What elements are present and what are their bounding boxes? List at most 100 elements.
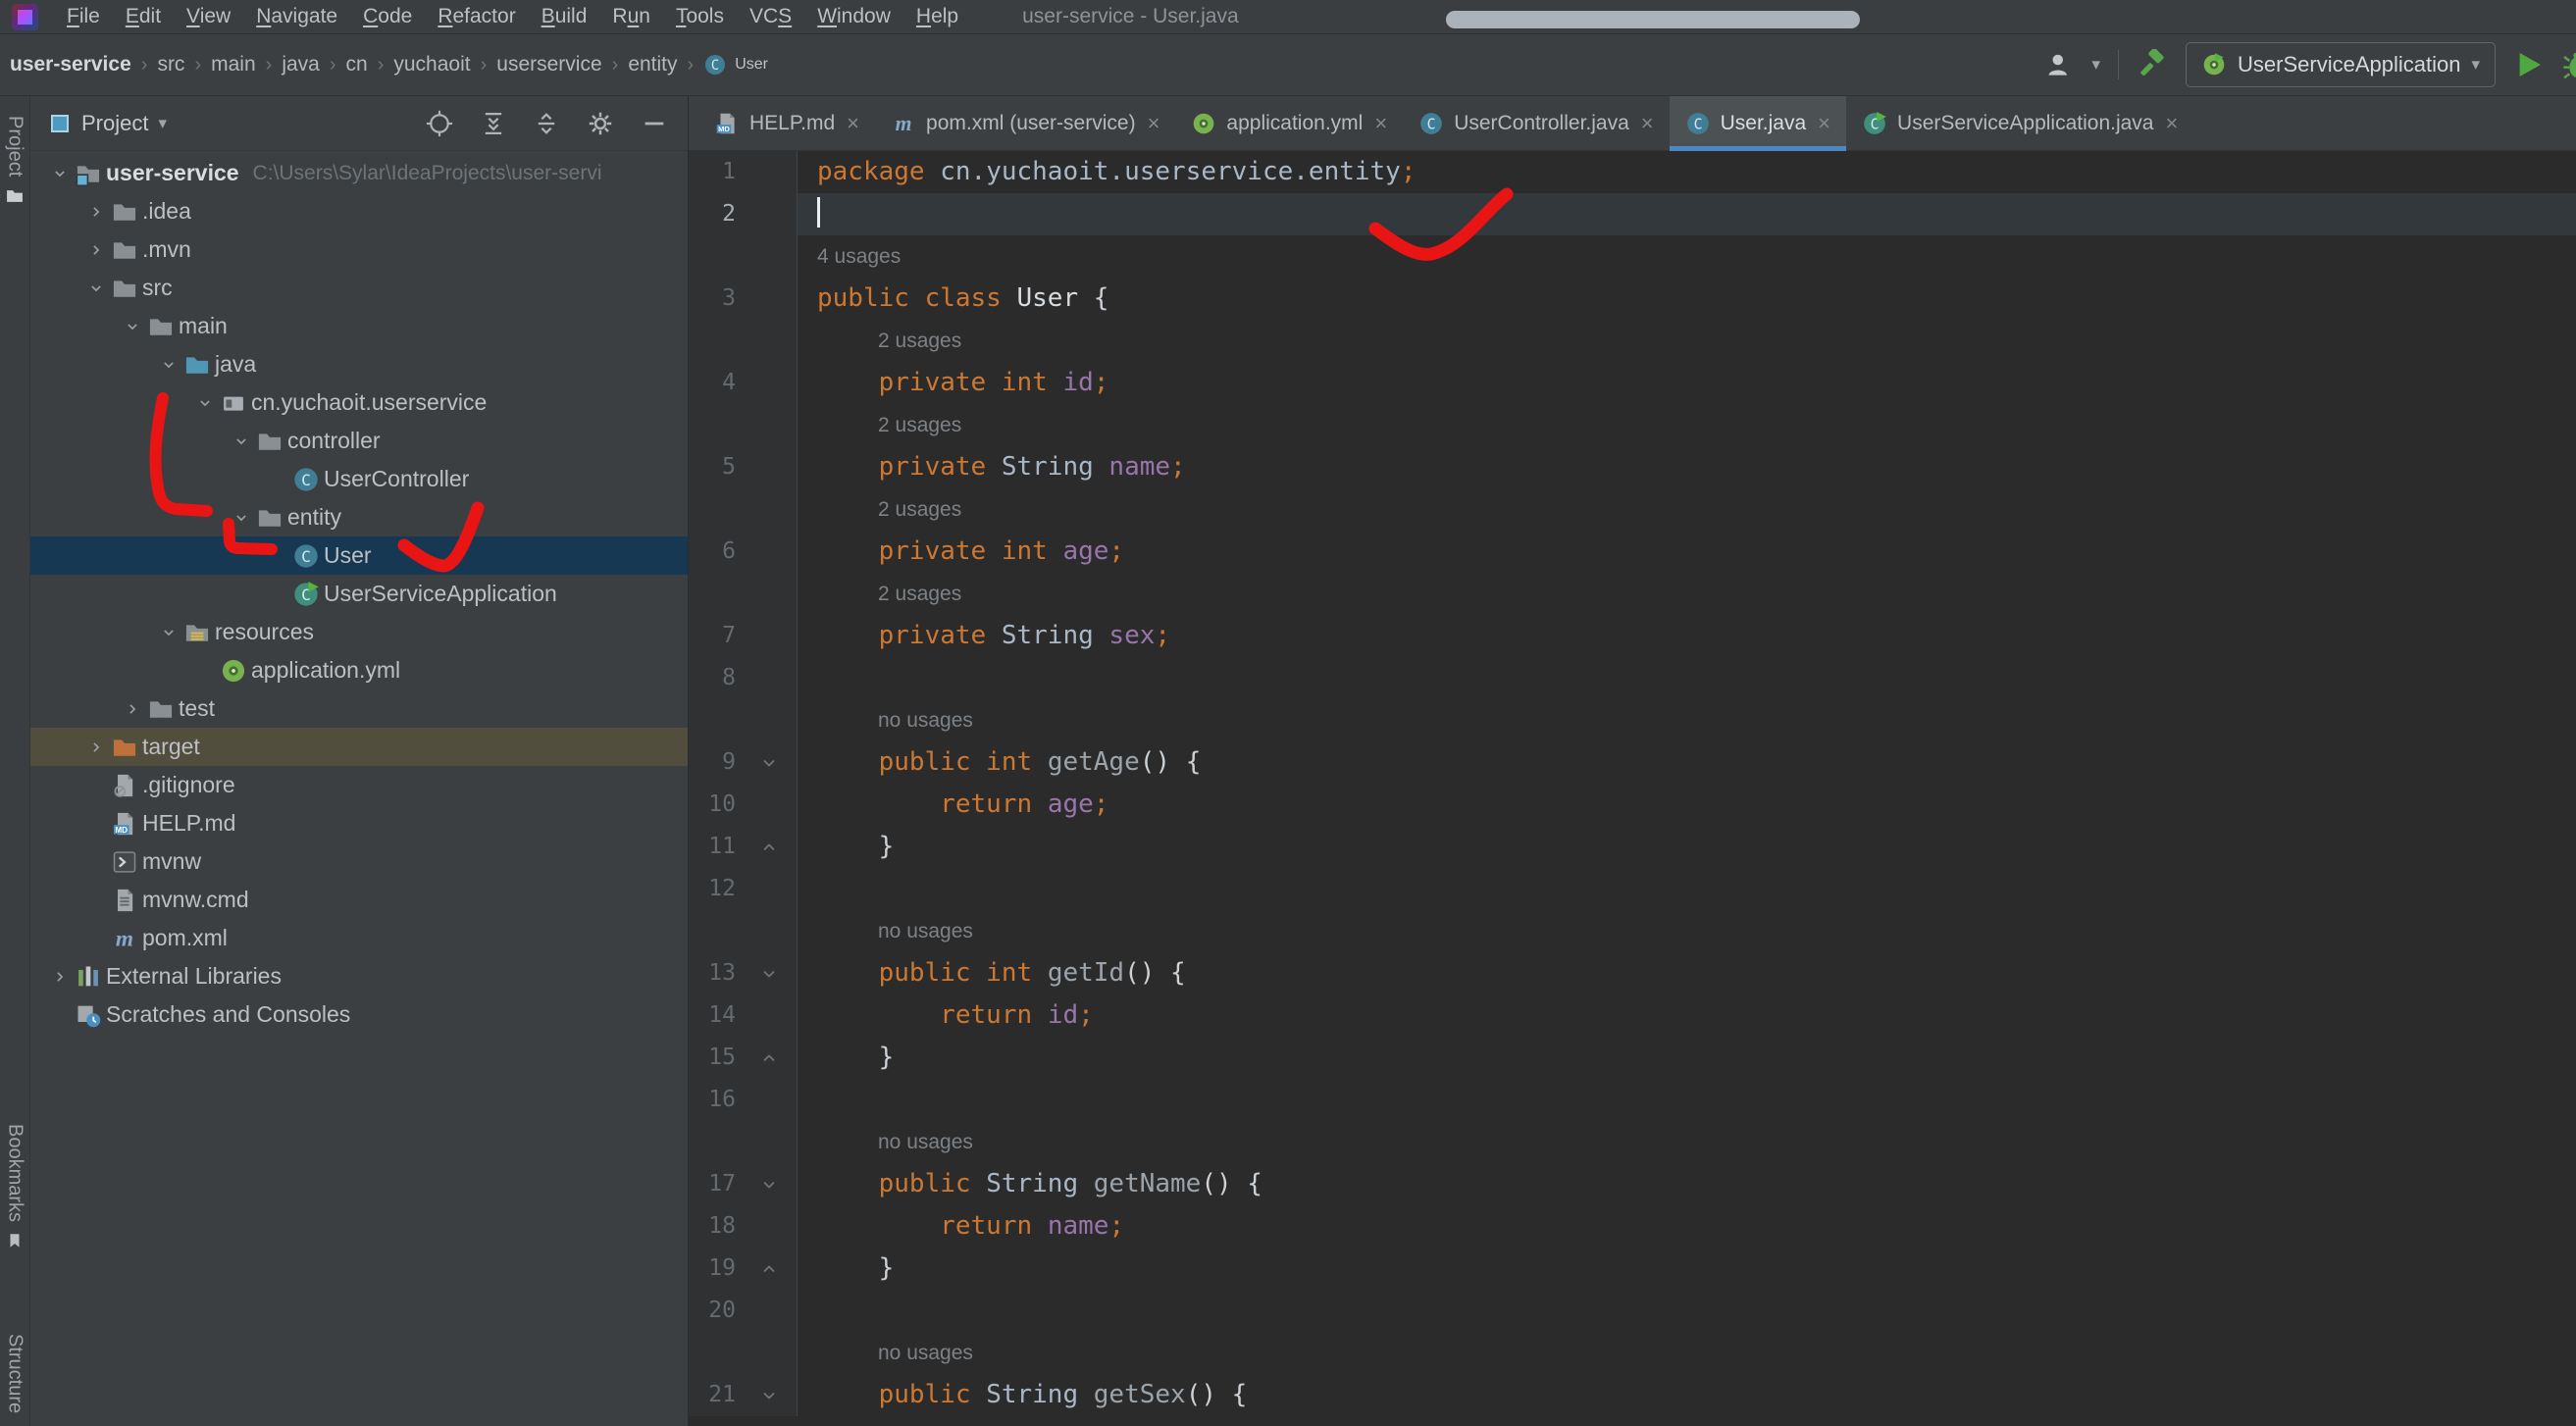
code-line[interactable]: private int id; <box>798 362 1108 404</box>
fold-marker-up-icon[interactable] <box>751 1037 787 1079</box>
fold-marker-down-icon[interactable] <box>751 952 787 994</box>
editor-inlay-row[interactable]: 2 usages <box>689 573 2576 615</box>
editor-tab-user.java[interactable]: CUser.java× <box>1670 96 1846 150</box>
editor-inlay-row[interactable]: no usages <box>689 699 2576 741</box>
tree-item-user[interactable]: CUser <box>30 536 688 575</box>
tab-close-icon[interactable]: × <box>1641 113 1654 134</box>
menu-item-tools[interactable]: Tools <box>663 5 737 28</box>
code-line[interactable]: public int getId() { <box>798 952 1186 994</box>
tab-close-icon[interactable]: × <box>2166 113 2179 134</box>
usages-inlay-hint[interactable]: 2 usages <box>878 573 961 615</box>
tree-chevron-closed-icon[interactable] <box>81 738 111 757</box>
editor-code-row[interactable]: 10 return age; <box>689 784 2576 826</box>
code-line[interactable] <box>798 193 820 235</box>
code-line[interactable] <box>798 657 817 699</box>
code-line[interactable]: } <box>798 1037 894 1079</box>
code-line[interactable] <box>798 1079 817 1121</box>
breadcrumb-item-src[interactable]: src <box>157 53 184 76</box>
code-line[interactable]: private int age; <box>798 531 1124 573</box>
tree-item-help.md[interactable]: MDHELP.md <box>30 804 688 842</box>
collapse-all-icon[interactable] <box>533 110 560 137</box>
editor-code-row[interactable]: 5 private String name; <box>689 446 2576 488</box>
user-account-icon[interactable] <box>2044 50 2074 79</box>
breadcrumb-item-cn[interactable]: cn <box>346 53 368 76</box>
usages-inlay-hint[interactable]: no usages <box>878 910 973 952</box>
breadcrumb-item-main[interactable]: main <box>211 53 256 76</box>
user-account-dropdown-arrow[interactable]: ▾ <box>2091 55 2100 75</box>
editor-code-row[interactable]: 2 <box>689 193 2576 235</box>
editor-inlay-row[interactable]: 2 usages <box>689 488 2576 531</box>
menu-item-view[interactable]: View <box>174 5 243 28</box>
tree-item-.gitignore[interactable]: .gitignore <box>30 766 688 804</box>
usages-inlay-hint[interactable]: 2 usages <box>878 488 961 531</box>
tree-item-user-service[interactable]: user-serviceC:\Users\Sylar\IdeaProjects\… <box>30 154 688 192</box>
code-line[interactable]: private String name; <box>798 446 1186 488</box>
editor-inlay-row[interactable]: 2 usages <box>689 404 2576 446</box>
tree-item-userserviceapplication[interactable]: CUserServiceApplication <box>30 575 688 613</box>
editor-tab-application.yml[interactable]: application.yml× <box>1175 96 1403 150</box>
tree-chevron-open-icon[interactable] <box>81 279 111 298</box>
tree-item-src[interactable]: src <box>30 269 688 307</box>
tab-close-icon[interactable]: × <box>1374 113 1387 134</box>
editor-code-row[interactable]: 6 private int age; <box>689 531 2576 573</box>
menu-item-vcs[interactable]: VCS <box>737 5 804 28</box>
tree-item-resources[interactable]: resources <box>30 613 688 651</box>
stripe-tab-project[interactable]: Project <box>0 116 29 206</box>
editor-tab-help.md[interactable]: MDHELP.md× <box>698 96 875 150</box>
locate-file-icon[interactable] <box>425 109 454 138</box>
editor-code-row[interactable]: 19 } <box>689 1248 2576 1290</box>
editor-tab-pom.xml--user-service-[interactable]: mpom.xml (user-service)× <box>875 96 1175 150</box>
editor-code-row[interactable]: 4 private int id; <box>689 362 2576 404</box>
code-line[interactable]: return name; <box>798 1205 1124 1248</box>
tree-item-external-libraries[interactable]: External Libraries <box>30 957 688 995</box>
tree-item-target[interactable]: target <box>30 728 688 766</box>
editor-code-row[interactable]: 1package cn.yuchaoit.userservice.entity; <box>689 151 2576 193</box>
tree-chevron-open-icon[interactable] <box>190 393 220 413</box>
editor-code-row[interactable]: 3public class User { <box>689 278 2576 320</box>
code-line[interactable]: } <box>798 1248 894 1290</box>
breadcrumb-item-userservice[interactable]: userservice <box>496 53 601 76</box>
tree-item-main[interactable]: main <box>30 307 688 345</box>
tab-close-icon[interactable]: × <box>847 113 859 134</box>
tree-chevron-closed-icon[interactable] <box>45 967 75 987</box>
run-configuration-select[interactable]: UserServiceApplication ▾ <box>2186 42 2496 87</box>
tab-close-icon[interactable]: × <box>1818 113 1830 134</box>
code-line[interactable]: } <box>798 826 894 868</box>
tree-chevron-open-icon[interactable] <box>45 164 75 183</box>
code-line[interactable]: package cn.yuchaoit.userservice.entity; <box>798 151 1417 193</box>
menu-item-edit[interactable]: Edit <box>113 5 174 28</box>
editor-code-row[interactable]: 20 <box>689 1290 2576 1332</box>
tree-item-.idea[interactable]: .idea <box>30 192 688 230</box>
usages-inlay-hint[interactable]: 4 usages <box>817 235 901 278</box>
tree-chevron-closed-icon[interactable] <box>81 202 111 222</box>
editor-inlay-row[interactable]: no usages <box>689 1121 2576 1163</box>
tree-chevron-closed-icon[interactable] <box>118 699 147 719</box>
menu-item-file[interactable]: File <box>54 5 113 28</box>
usages-inlay-hint[interactable]: 2 usages <box>878 320 961 362</box>
fold-marker-down-icon[interactable] <box>751 1163 787 1205</box>
code-line[interactable]: public int getAge() { <box>798 741 1201 784</box>
editor-code-row[interactable]: 7 private String sex; <box>689 615 2576 657</box>
code-line[interactable]: return age; <box>798 784 1108 826</box>
editor-code-row[interactable]: 9 public int getAge() { <box>689 741 2576 784</box>
editor-code-row[interactable]: 11 } <box>689 826 2576 868</box>
menu-item-code[interactable]: Code <box>350 5 425 28</box>
editor-code-row[interactable]: 12 <box>689 868 2576 910</box>
tab-close-icon[interactable]: × <box>1148 113 1160 134</box>
code-line[interactable]: public class User { <box>798 278 1108 320</box>
editor-inlay-row[interactable]: no usages <box>689 1332 2576 1374</box>
fold-marker-up-icon[interactable] <box>751 1248 787 1290</box>
tree-item-pom.xml[interactable]: mpom.xml <box>30 919 688 957</box>
editor-code-row[interactable]: 18 return name; <box>689 1205 2576 1248</box>
tree-chevron-open-icon[interactable] <box>227 432 256 451</box>
code-line[interactable]: public String getName() { <box>798 1163 1262 1205</box>
tree-item-java[interactable]: java <box>30 345 688 383</box>
code-line[interactable]: private String sex; <box>798 615 1170 657</box>
tree-chevron-open-icon[interactable] <box>154 623 183 642</box>
editor-tab-usercontroller.java[interactable]: CUserController.java× <box>1403 96 1669 150</box>
fold-marker-down-icon[interactable] <box>751 741 787 784</box>
menu-item-help[interactable]: Help <box>903 5 971 28</box>
menu-item-window[interactable]: Window <box>804 5 903 28</box>
editor-code-row[interactable]: 15 } <box>689 1037 2576 1079</box>
editor-code-row[interactable]: 16 <box>689 1079 2576 1121</box>
